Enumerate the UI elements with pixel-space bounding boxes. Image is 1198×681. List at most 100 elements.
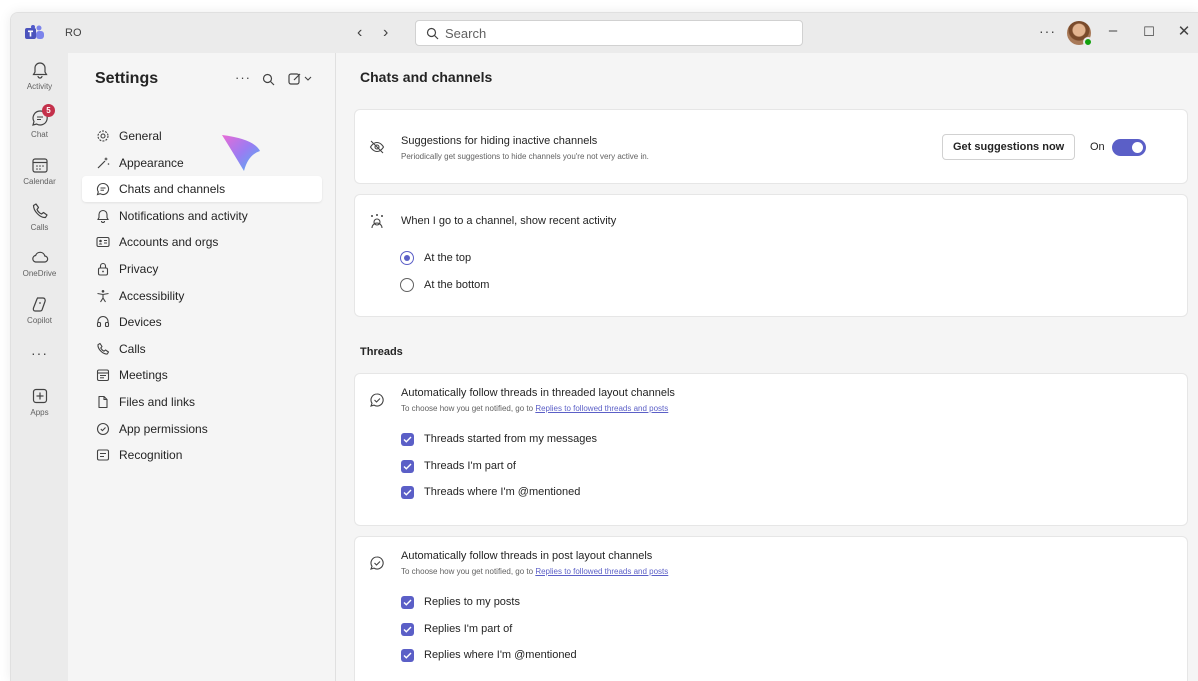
settings-item-label: Appearance: [119, 155, 184, 170]
rail-label-onedrive: OneDrive: [22, 269, 57, 278]
phone-icon: [97, 342, 110, 355]
threaded-notifications-link[interactable]: Replies to followed threads and posts: [535, 404, 668, 413]
close-button[interactable]: ✕: [1174, 22, 1194, 40]
rail-label-copilot: Copilot: [27, 316, 52, 325]
checkbox-label-threads-part-of: Threads I'm part of: [424, 460, 516, 472]
get-suggestions-button[interactable]: Get suggestions now: [942, 134, 1076, 160]
rail-more-button[interactable]: ···: [11, 345, 68, 361]
settings-item-chats-and-channels[interactable]: Chats and channels: [82, 176, 322, 203]
rail-item-apps[interactable]: Apps: [11, 386, 68, 417]
rail-label-calendar: Calendar: [23, 177, 56, 186]
recent-activity-card: When I go to a channel, show recent acti…: [354, 194, 1188, 317]
checkbox-replies-part-of[interactable]: [401, 623, 414, 636]
radio-label-at-top: At the top: [424, 252, 472, 264]
forward-button[interactable]: ›: [383, 23, 388, 43]
threaded-title: Automatically follow threads in threaded…: [401, 387, 675, 399]
back-button[interactable]: ‹: [357, 23, 362, 43]
radio-at-top[interactable]: [400, 251, 414, 265]
settings-panel: Settings ··· General Appearance Chats and …: [68, 53, 336, 681]
settings-item-app-permissions[interactable]: App permissions: [82, 416, 322, 442]
settings-item-label: Chats and channels: [119, 182, 226, 197]
settings-item-privacy[interactable]: Privacy: [82, 256, 322, 282]
checkmark-icon: [403, 436, 412, 443]
settings-item-files-and-links[interactable]: Files and links: [82, 389, 322, 415]
settings-item-meetings[interactable]: Meetings: [82, 362, 322, 388]
teams-window: RO ‹ › ··· – ☐ ✕ Activity 5 Chat Calenda…: [10, 12, 1198, 681]
toggle-state-label: On: [1090, 141, 1105, 153]
rail-label-chat: Chat: [31, 130, 48, 139]
checkmark-icon: [403, 599, 412, 606]
title-bar: RO ‹ › ··· – ☐ ✕: [11, 13, 1198, 53]
chat-check-icon: [370, 556, 384, 570]
minimize-button[interactable]: –: [1103, 22, 1123, 39]
checkmark-icon: [403, 626, 412, 633]
app-rail: Activity 5 Chat Calendar Calls OneDrive …: [11, 53, 68, 681]
accessibility-icon: [97, 289, 109, 302]
toggle-knob: [1132, 142, 1143, 153]
settings-content: Chats and channels Suggestions for hidin…: [336, 53, 1198, 681]
calendar-icon: [96, 369, 110, 382]
lock-icon: [97, 262, 109, 276]
settings-item-calls[interactable]: Calls: [82, 336, 322, 362]
chat-unread-badge: 5: [42, 104, 55, 117]
checkbox-replies-mentioned[interactable]: [401, 649, 414, 662]
gear-icon: [97, 130, 109, 142]
rail-item-activity[interactable]: Activity: [11, 60, 68, 91]
compose-icon[interactable]: [288, 72, 314, 86]
search-icon[interactable]: [262, 73, 275, 86]
settings-item-accounts-and-orgs[interactable]: Accounts and orgs: [82, 229, 322, 255]
wand-icon: [97, 156, 110, 169]
teams-logo-icon: [25, 25, 44, 39]
radio-at-bottom[interactable]: [400, 278, 414, 292]
checkbox-replies-my-posts[interactable]: [401, 596, 414, 609]
post-notifications-link[interactable]: Replies to followed threads and posts: [535, 567, 668, 576]
checkmark-icon: [403, 652, 412, 659]
settings-item-label: Files and links: [119, 395, 196, 409]
settings-item-accessibility[interactable]: Accessibility: [82, 283, 322, 309]
rail-item-chat[interactable]: 5 Chat: [11, 104, 68, 139]
people-activity-icon: [371, 214, 383, 229]
checkbox-threads-mentioned[interactable]: [401, 486, 414, 499]
rail-item-onedrive[interactable]: OneDrive: [11, 247, 68, 278]
rail-item-calendar[interactable]: Calendar: [11, 155, 68, 186]
maximize-button[interactable]: ☐: [1139, 24, 1159, 40]
bell-icon: [97, 209, 109, 223]
rail-item-copilot[interactable]: Copilot: [11, 294, 68, 325]
rail-label-activity: Activity: [26, 82, 53, 91]
presence-available-icon: [1083, 37, 1093, 47]
settings-item-label: Privacy: [119, 262, 159, 276]
settings-item-recognition[interactable]: Recognition: [82, 442, 322, 468]
settings-item-label: Accounts and orgs: [119, 235, 219, 250]
post-layout-card: Automatically follow threads in post lay…: [354, 536, 1188, 681]
checkbox-label-replies-my-posts: Replies to my posts: [424, 596, 520, 608]
settings-item-label: General: [119, 129, 162, 143]
org-initials[interactable]: RO: [61, 22, 86, 44]
settings-more-button[interactable]: ···: [235, 70, 251, 85]
copilot-icon: [32, 297, 46, 312]
search-input[interactable]: [445, 25, 785, 41]
search-box[interactable]: [415, 20, 803, 46]
more-options-button[interactable]: ···: [1039, 23, 1056, 39]
add-apps-icon: [32, 388, 47, 404]
post-subtitle-text: To choose how you get notified, go to: [401, 567, 536, 576]
settings-item-notifications-and-activity[interactable]: Notifications and activity: [82, 203, 322, 229]
checkmark-icon: [403, 463, 412, 470]
checkbox-threads-started[interactable]: [401, 433, 414, 446]
radio-label-at-bottom: At the bottom: [424, 279, 490, 291]
search-icon: [426, 27, 439, 39]
settings-item-appearance[interactable]: Appearance: [82, 150, 322, 176]
chat-check-icon: [370, 393, 384, 407]
headset-icon: [96, 316, 110, 328]
suggestions-toggle[interactable]: [1112, 139, 1146, 156]
page-title: Chats and channels: [360, 69, 493, 85]
contact-card-icon: [96, 237, 110, 248]
rail-item-calls[interactable]: Calls: [11, 201, 68, 232]
settings-item-general[interactable]: General: [82, 123, 322, 149]
bell-icon: [31, 62, 48, 79]
settings-item-label: Devices: [119, 315, 162, 330]
checkbox-threads-part-of[interactable]: [401, 460, 414, 473]
checkbox-label-threads-started: Threads started from my messages: [424, 433, 598, 445]
rail-label-apps: Apps: [30, 408, 49, 417]
settings-item-devices[interactable]: Devices: [82, 309, 322, 335]
cloud-icon: [31, 251, 48, 263]
